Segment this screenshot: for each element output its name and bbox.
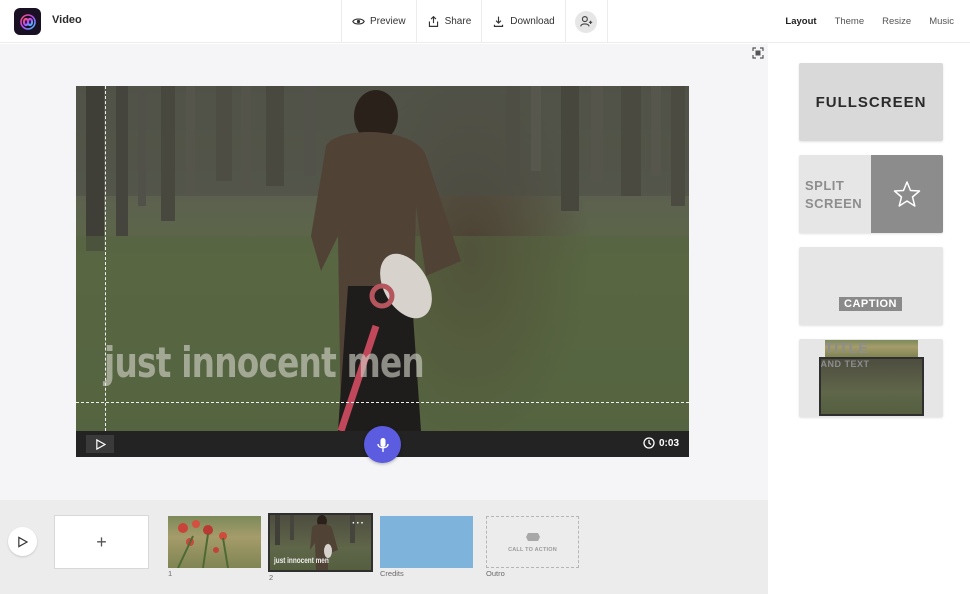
slide-label-credits: Credits — [380, 569, 404, 578]
safe-area-guide-horizontal — [76, 402, 689, 403]
play-icon — [95, 438, 106, 450]
download-icon — [494, 16, 504, 27]
layout-title-sublabel: AND TEXT — [818, 357, 924, 416]
plus-icon: + — [96, 531, 107, 552]
slide-menu-button[interactable]: ··· — [352, 518, 365, 529]
video-play-button[interactable] — [86, 435, 114, 453]
slide-thumbnail-credits[interactable] — [380, 516, 473, 568]
add-person-icon — [575, 10, 598, 33]
tab-resize[interactable]: Resize — [882, 16, 911, 27]
layout-fullscreen-label: FULLSCREEN — [815, 93, 927, 111]
eye-icon — [352, 18, 365, 25]
slide-2-caption: just innocent men — [274, 556, 329, 565]
star-icon — [893, 181, 921, 207]
share-label: Share — [444, 16, 472, 27]
toolbar: Preview Share Download — [341, 0, 608, 43]
safe-area-guide-vertical — [105, 86, 106, 431]
share-icon — [428, 15, 438, 27]
preview-button[interactable]: Preview — [342, 0, 417, 43]
slide-label-1: 1 — [168, 569, 173, 578]
call-to-action-text: CALL TO ACTION — [508, 547, 557, 553]
tab-layout[interactable]: Layout — [785, 16, 816, 27]
app-title: Video — [52, 14, 82, 26]
duration-text: 0:03 — [658, 437, 679, 449]
layout-split-screen[interactable]: SPLIT SCREEN — [799, 155, 943, 233]
flowers-image — [177, 520, 229, 568]
slide-label-outro: Outro — [486, 569, 505, 578]
invite-button[interactable] — [566, 0, 608, 43]
tab-music[interactable]: Music — [929, 16, 954, 27]
layout-panel: FULLSCREEN SPLIT SCREEN CAPTION TITLE AN… — [768, 44, 970, 594]
fit-screen-icon[interactable] — [752, 47, 764, 59]
app-root: Video Preview Share Download Layout Them… — [0, 0, 970, 594]
play-all-button[interactable] — [8, 527, 37, 556]
slide-thumbnail-2[interactable]: ··· just innocent men — [268, 513, 373, 572]
top-bar: Video Preview Share Download Layout Them… — [0, 0, 970, 43]
download-label: Download — [510, 16, 555, 27]
layout-title-label: TITLE — [824, 340, 918, 357]
split-screen-media — [871, 155, 943, 233]
add-slide-button[interactable]: + — [54, 515, 149, 569]
layout-caption[interactable]: CAPTION — [799, 247, 943, 325]
layout-title-and-text[interactable]: TITLE AND TEXT — [799, 339, 943, 417]
split-label-line1: SPLIT — [805, 178, 845, 193]
download-button[interactable]: Download — [482, 0, 566, 43]
brand-badge-icon — [525, 533, 540, 541]
split-label-line2: SCREEN — [805, 196, 863, 211]
slide-thumbnail-outro[interactable]: CALL TO ACTION — [486, 516, 579, 568]
slide-label-2: 2 — [269, 573, 274, 582]
tab-theme[interactable]: Theme — [835, 16, 865, 27]
app-logo-icon[interactable] — [14, 8, 41, 35]
layout-caption-label: CAPTION — [839, 297, 902, 311]
preview-label: Preview — [370, 16, 406, 27]
share-button[interactable]: Share — [417, 0, 483, 43]
split-screen-text: SPLIT SCREEN — [799, 155, 871, 233]
slide-timeline: + 1 ··· just innocent men 2 Credits CALL… — [0, 500, 768, 594]
layout-fullscreen[interactable]: FULLSCREEN — [799, 63, 943, 141]
video-preview[interactable]: just innocent men — [76, 86, 689, 431]
clock-icon — [643, 437, 655, 449]
video-caption-text[interactable]: just innocent men — [104, 338, 425, 387]
panel-tabs: Layout Theme Resize Music — [785, 0, 954, 43]
microphone-icon — [376, 437, 389, 452]
record-voice-button[interactable] — [364, 426, 401, 463]
duration-display: 0:03 — [643, 437, 679, 449]
slide-thumbnail-1[interactable] — [168, 516, 261, 568]
play-icon — [18, 535, 28, 548]
